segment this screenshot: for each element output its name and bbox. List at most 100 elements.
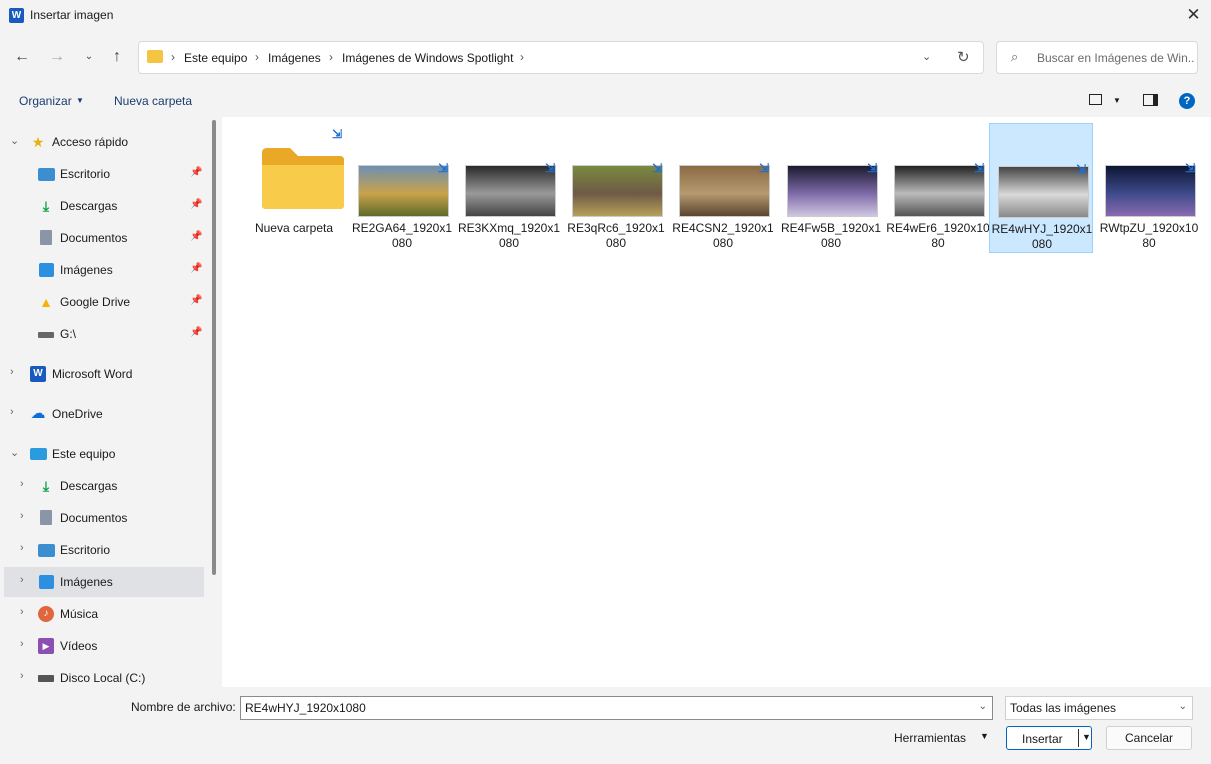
file-tile[interactable]: ⇲ RE2GA64_1920x1080 xyxy=(350,123,454,253)
file-tile[interactable]: ⇲ RE3KXmq_1920x1080 xyxy=(457,123,561,253)
sidebar-item-label: Vídeos xyxy=(60,639,98,653)
breadcrumb-este-equipo[interactable]: Este equipo xyxy=(184,51,247,65)
shortcut-arrow-icon: ⇲ xyxy=(331,127,342,141)
chevron-right-icon[interactable]: › xyxy=(20,510,24,522)
search-box[interactable]: ⌕ Buscar en Imágenes de Win... xyxy=(996,41,1198,74)
file-name: RE4wHYJ_1920x1080 xyxy=(991,222,1093,251)
sidebar-item-imagenes[interactable]: Imágenes 📌 xyxy=(0,255,205,285)
drive-icon xyxy=(38,332,54,338)
shortcut-arrow-icon: ⇲ xyxy=(973,161,984,175)
filename-value[interactable]: RE4wHYJ_1920x1080 xyxy=(245,701,366,715)
chevron-down-icon[interactable]: ⌄ xyxy=(979,701,987,712)
organize-button[interactable]: Organizar xyxy=(19,94,72,108)
sidebar-item-label: Microsoft Word xyxy=(52,367,133,381)
image-thumbnail xyxy=(679,165,770,217)
chevron-down-icon[interactable]: ⌄ xyxy=(1179,701,1187,712)
sidebar-item-onedrive[interactable]: › ☁ OneDrive xyxy=(0,399,205,429)
download-icon: ⤓ xyxy=(42,478,50,494)
address-bar[interactable]: › Este equipo › Imágenes › Imágenes de W… xyxy=(138,41,984,74)
sidebar-item-g-drive[interactable]: G:\ 📌 xyxy=(0,319,205,349)
recent-locations-chevron-icon[interactable]: ⌄ xyxy=(76,44,102,70)
sidebar-item-este-equipo[interactable]: ⌄ Este equipo xyxy=(0,439,205,469)
sidebar-item-pc-imagenes[interactable]: › Imágenes xyxy=(4,567,204,597)
tools-chevron-icon[interactable]: ▼ xyxy=(980,731,989,741)
back-arrow-icon[interactable]: ← xyxy=(9,44,35,70)
file-name: Nueva carpeta xyxy=(254,221,334,235)
cancel-button[interactable]: Cancelar xyxy=(1106,726,1192,750)
sidebar-item-pc-descargas[interactable]: › ⤓ Descargas xyxy=(0,471,205,501)
sidebar-item-escritorio[interactable]: Escritorio 📌 xyxy=(0,159,205,189)
refresh-icon[interactable]: ↻ xyxy=(957,48,970,66)
forward-arrow-icon[interactable]: → xyxy=(44,44,70,70)
chevron-right-icon[interactable]: › xyxy=(10,366,14,378)
sidebar-item-pc-videos[interactable]: › ▶ Vídeos xyxy=(0,631,205,661)
star-icon: ★ xyxy=(31,134,45,150)
sidebar-item-pc-disco-local[interactable]: › Disco Local (C:) xyxy=(0,663,205,687)
pin-icon: 📌 xyxy=(190,167,203,178)
chevron-right-icon[interactable]: › xyxy=(20,638,24,650)
breadcrumb-windows-spotlight[interactable]: Imágenes de Windows Spotlight xyxy=(342,51,513,65)
up-arrow-icon[interactable]: ↑ xyxy=(104,44,130,70)
sidebar-item-label: Google Drive xyxy=(60,295,131,309)
sidebar-item-pc-musica[interactable]: › ♪ Música xyxy=(0,599,205,629)
file-type-value[interactable]: Todas las imágenes xyxy=(1010,701,1116,715)
command-bar: Organizar ▼ Nueva carpeta ▼ ? xyxy=(0,86,1211,116)
view-mode-chevron-icon[interactable]: ▼ xyxy=(1113,96,1121,105)
sidebar-item-microsoft-word[interactable]: › W Microsoft Word xyxy=(0,359,205,389)
new-folder-button[interactable]: Nueva carpeta xyxy=(114,94,192,108)
sidebar-item-label: Descargas xyxy=(60,199,118,213)
file-tile[interactable]: ⇲ RE4wEr6_1920x1080 xyxy=(886,123,990,253)
insert-button[interactable]: Insertar ▼ xyxy=(1006,726,1092,750)
sidebar-item-google-drive[interactable]: ▲ Google Drive 📌 xyxy=(0,287,205,317)
sidebar-item-label: G:\ xyxy=(60,327,77,341)
view-mode-icon[interactable] xyxy=(1089,94,1102,105)
chevron-right-icon[interactable]: › xyxy=(10,406,14,418)
sidebar-item-pc-escritorio[interactable]: › Escritorio xyxy=(0,535,205,565)
pin-icon: 📌 xyxy=(190,199,203,210)
document-icon xyxy=(40,510,52,525)
search-placeholder[interactable]: Buscar en Imágenes de Win... xyxy=(1037,51,1195,65)
filename-input[interactable]: RE4wHYJ_1920x1080 ⌄ xyxy=(240,696,993,720)
preview-pane-icon[interactable] xyxy=(1143,94,1158,106)
address-dropdown-icon[interactable]: ⌄ xyxy=(922,50,931,63)
sidebar-scrollbar[interactable] xyxy=(212,120,216,575)
word-icon: W xyxy=(30,366,46,382)
file-tile[interactable]: ⇲ RE4Fw5B_1920x1080 xyxy=(779,123,883,253)
file-type-select[interactable]: Todas las imágenes ⌄ xyxy=(1005,696,1193,720)
breadcrumb-chevron-icon: › xyxy=(255,50,259,64)
chevron-down-icon[interactable]: ⌄ xyxy=(10,134,19,147)
folder-icon xyxy=(262,148,344,209)
computer-icon xyxy=(30,448,47,460)
tools-button[interactable]: Herramientas xyxy=(894,731,966,745)
insert-dropdown-icon[interactable]: ▼ xyxy=(1082,732,1091,742)
chevron-down-icon[interactable]: ⌄ xyxy=(10,446,19,459)
file-tile-nueva-carpeta[interactable]: ⇲ Nueva carpeta xyxy=(242,123,346,253)
help-icon[interactable]: ? xyxy=(1179,93,1195,109)
file-tile[interactable]: ⇲ RE4CSN2_1920x1080 xyxy=(671,123,775,253)
file-tile[interactable]: ⇲ RE3qRc6_1920x1080 xyxy=(564,123,668,253)
image-thumbnail xyxy=(894,165,985,217)
chevron-right-icon[interactable]: › xyxy=(20,606,24,618)
pin-icon: 📌 xyxy=(190,231,203,242)
image-thumbnail xyxy=(465,165,556,217)
pin-icon: 📌 xyxy=(190,263,203,274)
pin-icon: 📌 xyxy=(190,295,203,306)
sidebar-item-pc-documentos[interactable]: › Documentos xyxy=(0,503,205,533)
file-tile[interactable]: ⇲ RWtpZU_1920x1080 xyxy=(1097,123,1201,253)
sidebar-item-acceso-rapido[interactable]: ⌄ ★ Acceso rápido xyxy=(0,127,205,157)
chevron-right-icon[interactable]: › xyxy=(20,670,24,682)
image-thumbnail xyxy=(787,165,878,217)
sidebar-item-descargas[interactable]: ⤓ Descargas 📌 xyxy=(0,191,205,221)
file-list[interactable]: ⇲ Nueva carpeta ⇲ RE2GA64_1920x1080 ⇲ RE3KX… xyxy=(222,117,1211,687)
desktop-icon xyxy=(38,168,55,181)
chevron-right-icon[interactable]: › xyxy=(20,478,24,490)
sidebar-item-label: Documentos xyxy=(60,231,128,245)
sidebar-item-documentos[interactable]: Documentos 📌 xyxy=(0,223,205,253)
file-tile[interactable]: ⇲ RE4wHYJ_1920x1080 xyxy=(989,123,1093,253)
breadcrumb-imagenes[interactable]: Imágenes xyxy=(268,51,321,65)
shortcut-arrow-icon: ⇲ xyxy=(1075,162,1086,176)
chevron-right-icon[interactable]: › xyxy=(20,574,24,586)
chevron-right-icon[interactable]: › xyxy=(20,542,24,554)
close-icon[interactable]: ✕ xyxy=(1176,0,1211,32)
sidebar-item-label: Este equipo xyxy=(52,447,116,461)
